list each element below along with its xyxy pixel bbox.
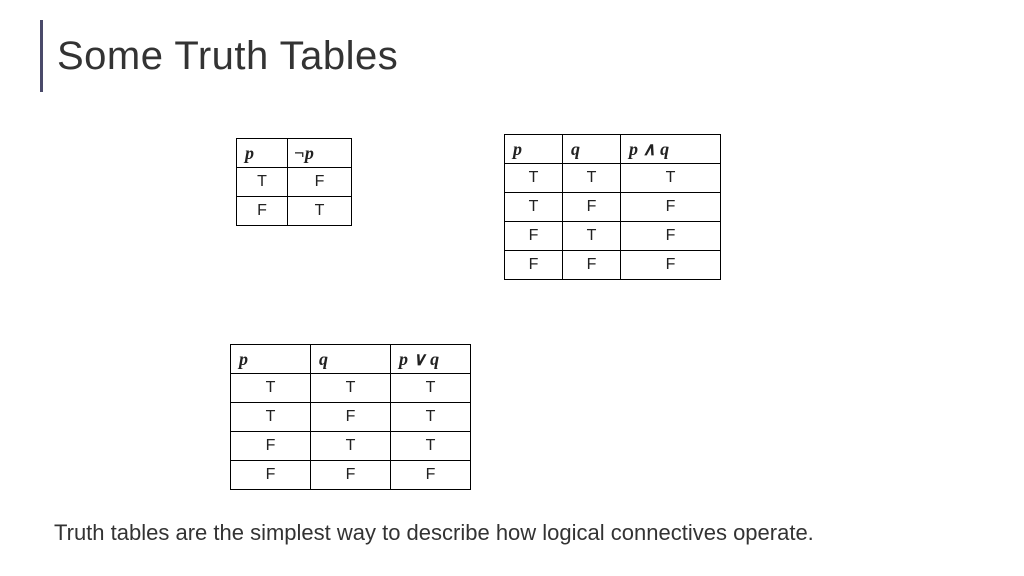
cell: F <box>231 432 311 461</box>
table-row: T F F <box>505 193 721 222</box>
cell: T <box>311 432 391 461</box>
cell: T <box>621 164 721 193</box>
col-header: q <box>311 345 391 374</box>
table-row: F F F <box>231 461 471 490</box>
cell: T <box>231 403 311 432</box>
cell: F <box>563 193 621 222</box>
col-header: p ∧ q <box>621 135 721 164</box>
table-row: F T F <box>505 222 721 251</box>
table-row: T T T <box>231 374 471 403</box>
cell: F <box>505 251 563 280</box>
cell: F <box>621 193 721 222</box>
col-header: q <box>563 135 621 164</box>
cell: T <box>505 164 563 193</box>
table-row: T F <box>237 168 352 197</box>
cell: T <box>505 193 563 222</box>
cell: F <box>621 251 721 280</box>
slide-title-block: Some Truth Tables <box>40 20 398 92</box>
cell: F <box>311 403 391 432</box>
table-row: F T <box>237 197 352 226</box>
cell: T <box>237 168 288 197</box>
table-row: T F T <box>231 403 471 432</box>
table-row: F T T <box>231 432 471 461</box>
cell: F <box>288 168 352 197</box>
cell: T <box>391 374 471 403</box>
cell: F <box>311 461 391 490</box>
cell: F <box>391 461 471 490</box>
table-row: T T T <box>505 164 721 193</box>
col-header: ¬p <box>288 139 352 168</box>
col-header: p <box>231 345 311 374</box>
cell: F <box>237 197 288 226</box>
cell: F <box>621 222 721 251</box>
slide-caption: Truth tables are the simplest way to des… <box>54 520 814 546</box>
cell: T <box>311 374 391 403</box>
table-row: F F F <box>505 251 721 280</box>
cell: T <box>391 432 471 461</box>
cell: T <box>563 222 621 251</box>
cell: T <box>288 197 352 226</box>
cell: F <box>231 461 311 490</box>
col-header: p ∨ q <box>391 345 471 374</box>
col-header: p <box>237 139 288 168</box>
title-accent-bar <box>40 20 43 92</box>
truth-table-disjunction: p q p ∨ q T T T T F T F T T F F F <box>230 344 471 490</box>
cell: F <box>505 222 563 251</box>
slide-title: Some Truth Tables <box>57 34 398 79</box>
cell: T <box>563 164 621 193</box>
cell: F <box>563 251 621 280</box>
truth-table-negation: p ¬p T F F T <box>236 138 352 226</box>
truth-table-conjunction: p q p ∧ q T T T T F F F T F F F F <box>504 134 721 280</box>
cell: T <box>231 374 311 403</box>
cell: T <box>391 403 471 432</box>
col-header: p <box>505 135 563 164</box>
